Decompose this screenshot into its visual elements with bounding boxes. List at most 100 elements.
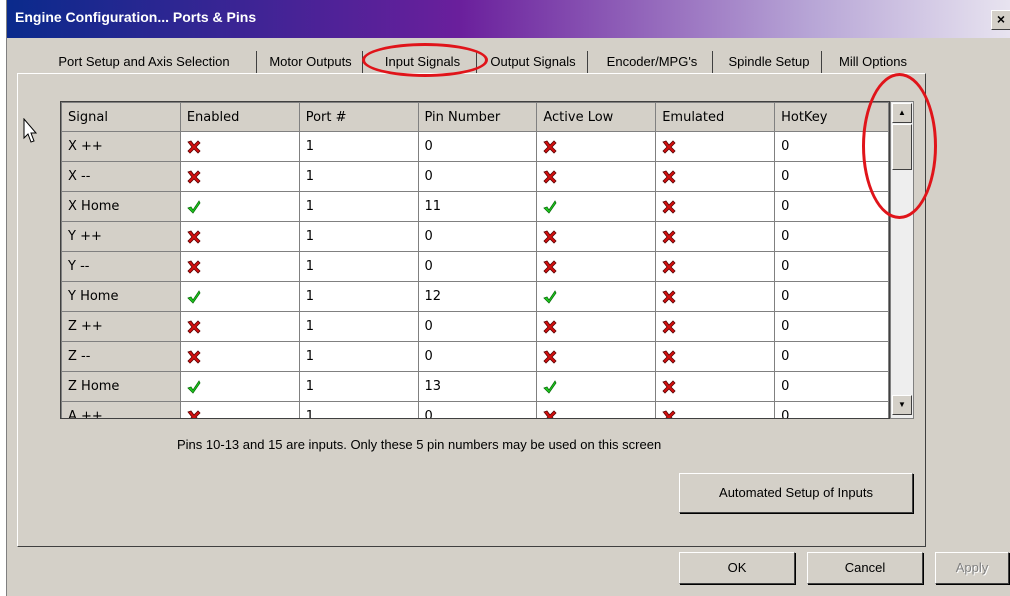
emulated-cell[interactable] [655, 401, 776, 418]
close-button[interactable]: × [991, 10, 1010, 30]
column-header-enabled[interactable]: Enabled [179, 102, 300, 132]
signal-name-cell[interactable]: A ++ [61, 401, 181, 418]
ok-button[interactable]: OK [679, 552, 795, 584]
tab-port-setup-and-axis-selection[interactable]: Port Setup and Axis Selection [35, 51, 253, 73]
pin-info-note: Pins 10-13 and 15 are inputs. Only these… [177, 437, 662, 452]
port-cell[interactable]: 1 [298, 161, 419, 192]
column-header-active-low[interactable]: Active Low [536, 102, 657, 132]
active-low-cell[interactable] [536, 251, 657, 282]
active-low-cell[interactable] [536, 131, 657, 162]
emulated-cell[interactable] [655, 221, 776, 252]
signal-name-cell[interactable]: Y ++ [61, 221, 181, 252]
table-row[interactable]: Y -- 1 0 0 [61, 251, 889, 282]
enabled-cell[interactable] [179, 281, 300, 312]
enabled-cell[interactable] [179, 341, 300, 372]
port-cell[interactable]: 1 [298, 281, 419, 312]
table-row[interactable]: Z Home 1 13 0 [61, 371, 889, 402]
table-row[interactable]: A ++ 1 0 0 [61, 401, 889, 418]
pin-cell[interactable]: 12 [417, 281, 538, 312]
active-low-cell[interactable] [536, 191, 657, 222]
tab-encoder-mpg-s[interactable]: Encoder/MPG's [595, 51, 709, 73]
automated-setup-button[interactable]: Automated Setup of Inputs [679, 473, 913, 513]
active-low-cell[interactable] [536, 281, 657, 312]
port-cell[interactable]: 1 [298, 221, 419, 252]
enabled-cell[interactable] [179, 311, 300, 342]
column-header-port[interactable]: Port # [298, 102, 419, 132]
port-cell[interactable]: 1 [298, 341, 419, 372]
column-header-signal[interactable]: Signal [61, 102, 181, 132]
column-header-emulated[interactable]: Emulated [655, 102, 776, 132]
port-cell[interactable]: 1 [298, 191, 419, 222]
emulated-cell[interactable] [655, 161, 776, 192]
hotkey-cell[interactable]: 0 [774, 311, 889, 342]
signal-name-cell[interactable]: X -- [61, 161, 181, 192]
cancel-button[interactable]: Cancel [807, 552, 923, 584]
enabled-cell[interactable] [179, 161, 300, 192]
green-check-icon [543, 289, 557, 304]
port-cell[interactable]: 1 [298, 131, 419, 162]
port-cell[interactable]: 1 [298, 251, 419, 282]
signal-name-cell[interactable]: X ++ [61, 131, 181, 162]
red-x-icon [662, 349, 676, 364]
pin-cell[interactable]: 0 [417, 341, 538, 372]
active-low-cell[interactable] [536, 401, 657, 418]
column-header-pin-number[interactable]: Pin Number [417, 102, 538, 132]
scroll-down-button[interactable]: ▼ [892, 395, 912, 415]
pin-cell[interactable]: 0 [417, 311, 538, 342]
hotkey-cell[interactable]: 0 [774, 401, 889, 418]
pin-cell[interactable]: 0 [417, 131, 538, 162]
table-row[interactable]: Y Home 1 12 0 [61, 281, 889, 312]
input-signals-grid[interactable]: Signal Enabled Port # Pin Number Active Low E… [60, 101, 890, 419]
tab-output-signals[interactable]: Output Signals [482, 51, 584, 73]
red-x-icon [662, 229, 676, 244]
hotkey-cell[interactable]: 0 [774, 341, 889, 372]
enabled-cell[interactable] [179, 371, 300, 402]
pin-cell[interactable]: 11 [417, 191, 538, 222]
active-low-cell[interactable] [536, 371, 657, 402]
enabled-cell[interactable] [179, 131, 300, 162]
pin-cell[interactable]: 0 [417, 251, 538, 282]
emulated-cell[interactable] [655, 281, 776, 312]
emulated-cell[interactable] [655, 311, 776, 342]
signal-name-cell[interactable]: Y Home [61, 281, 181, 312]
signal-name-cell[interactable]: X Home [61, 191, 181, 222]
emulated-cell[interactable] [655, 131, 776, 162]
emulated-cell[interactable] [655, 191, 776, 222]
active-low-cell[interactable] [536, 221, 657, 252]
pin-cell[interactable]: 0 [417, 161, 538, 192]
enabled-cell[interactable] [179, 401, 300, 418]
port-cell[interactable]: 1 [298, 371, 419, 402]
table-row[interactable]: Y ++ 1 0 0 [61, 221, 889, 252]
pin-cell[interactable]: 0 [417, 221, 538, 252]
tab-motor-outputs[interactable]: Motor Outputs [262, 51, 359, 73]
active-low-cell[interactable] [536, 311, 657, 342]
active-low-cell[interactable] [536, 161, 657, 192]
table-row[interactable]: Z -- 1 0 0 [61, 341, 889, 372]
signal-name-cell[interactable]: Y -- [61, 251, 181, 282]
table-row[interactable]: X ++ 1 0 0 [61, 131, 889, 162]
table-row[interactable]: X -- 1 0 0 [61, 161, 889, 192]
table-row[interactable]: Z ++ 1 0 0 [61, 311, 889, 342]
signal-name-cell[interactable]: Z ++ [61, 311, 181, 342]
pin-cell[interactable]: 13 [417, 371, 538, 402]
signal-name-cell[interactable]: Z Home [61, 371, 181, 402]
enabled-cell[interactable] [179, 251, 300, 282]
apply-button[interactable]: Apply [935, 552, 1009, 584]
tab-spindle-setup[interactable]: Spindle Setup [720, 51, 818, 73]
signal-name-cell[interactable]: Z -- [61, 341, 181, 372]
emulated-cell[interactable] [655, 251, 776, 282]
enabled-cell[interactable] [179, 191, 300, 222]
port-cell[interactable]: 1 [298, 311, 419, 342]
hotkey-cell[interactable]: 0 [774, 251, 889, 282]
tab-mill-options[interactable]: Mill Options [829, 51, 917, 73]
pin-cell[interactable]: 0 [417, 401, 538, 418]
hotkey-cell[interactable]: 0 [774, 221, 889, 252]
active-low-cell[interactable] [536, 341, 657, 372]
table-row[interactable]: X Home 1 11 0 [61, 191, 889, 222]
hotkey-cell[interactable]: 0 [774, 281, 889, 312]
emulated-cell[interactable] [655, 341, 776, 372]
emulated-cell[interactable] [655, 371, 776, 402]
port-cell[interactable]: 1 [298, 401, 419, 418]
hotkey-cell[interactable]: 0 [774, 371, 889, 402]
enabled-cell[interactable] [179, 221, 300, 252]
